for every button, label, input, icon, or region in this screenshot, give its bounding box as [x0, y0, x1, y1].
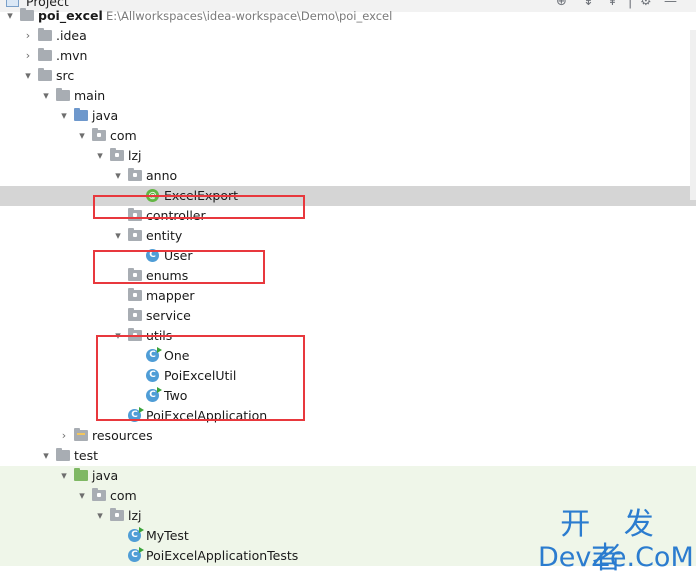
tree-item-label: com	[110, 488, 137, 503]
tree-row-java[interactable]: ▾ java	[0, 466, 696, 486]
tree-item-label: anno	[146, 168, 178, 183]
runnable-class-icon: C	[128, 547, 144, 562]
expanded-arrow-icon[interactable]: ▾	[40, 446, 52, 466]
package-icon	[128, 308, 142, 321]
tree-item-label: test	[74, 448, 99, 463]
watermark: 开 发 者 DevZe.CoM	[538, 508, 694, 576]
tree-item-label: java	[92, 108, 119, 123]
collapsed-arrow-icon[interactable]: ›	[22, 46, 34, 66]
collapsed-arrow-icon[interactable]: ›	[22, 26, 34, 46]
tree-item-label: resources	[92, 428, 153, 443]
tree-row-src[interactable]: ▾ src	[0, 66, 696, 86]
expanded-arrow-icon[interactable]: ▾	[76, 486, 88, 506]
tree-item-label: MyTest	[146, 528, 189, 543]
highlight-box-annotation	[93, 195, 305, 219]
package-icon	[110, 148, 124, 161]
folder-icon	[38, 68, 52, 81]
package-icon	[128, 288, 142, 301]
highlight-box-utils	[96, 335, 305, 421]
module-path: E:\Allworkspaces\idea-workspace\Demo\poi…	[106, 9, 393, 23]
tree-item-label: src	[56, 68, 75, 83]
source-folder-icon	[74, 108, 88, 121]
package-icon	[128, 168, 142, 181]
tree-item-label: main	[74, 88, 106, 103]
runnable-class-icon: C	[128, 527, 144, 542]
no-arrow	[112, 306, 124, 326]
tree-row-entity[interactable]: ▾ entity	[0, 226, 696, 246]
tree-row-lzj[interactable]: ▾ lzj	[0, 146, 696, 166]
expanded-arrow-icon[interactable]: ▾	[112, 226, 124, 246]
tree-row-main[interactable]: ▾ main	[0, 86, 696, 106]
package-icon	[128, 228, 142, 241]
tree-item-label: .mvn	[56, 48, 88, 63]
tree-row-com[interactable]: ▾ com	[0, 486, 696, 506]
tree-item-label: entity	[146, 228, 183, 243]
no-arrow	[112, 546, 124, 566]
tree-row--idea[interactable]: › .idea	[0, 26, 696, 46]
tree-item-label: lzj	[128, 508, 142, 523]
expanded-arrow-icon[interactable]: ▾	[112, 166, 124, 186]
resources-folder-icon	[74, 428, 88, 441]
tree-item-label: .idea	[56, 28, 87, 43]
tree-item-label: mapper	[146, 288, 195, 303]
scrollbar[interactable]	[690, 30, 696, 200]
collapsed-arrow-icon[interactable]: ›	[58, 426, 70, 446]
folder-icon	[38, 28, 52, 41]
expanded-arrow-icon[interactable]: ▾	[4, 6, 16, 26]
expanded-arrow-icon[interactable]: ▾	[94, 146, 106, 166]
expanded-arrow-icon[interactable]: ▾	[94, 506, 106, 526]
tree-item-label: lzj	[128, 148, 142, 163]
no-arrow	[112, 526, 124, 546]
package-icon	[92, 488, 106, 501]
package-icon	[92, 128, 106, 141]
tree-item-label: service	[146, 308, 191, 323]
tree-row-test[interactable]: ▾ test	[0, 446, 696, 466]
folder-icon	[56, 88, 70, 101]
test-folder-icon	[74, 468, 88, 481]
highlight-box-entity	[93, 250, 265, 284]
folder-icon	[56, 448, 70, 461]
tree-row-service[interactable]: service	[0, 306, 696, 326]
tree-row-java[interactable]: ▾ java	[0, 106, 696, 126]
tree-row--mvn[interactable]: › .mvn	[0, 46, 696, 66]
tree-row-resources[interactable]: › resources	[0, 426, 696, 446]
tree-row-anno[interactable]: ▾ anno	[0, 166, 696, 186]
tree-row-mapper[interactable]: mapper	[0, 286, 696, 306]
watermark-en: DevZe.CoM	[538, 542, 694, 573]
expanded-arrow-icon[interactable]: ▾	[58, 106, 70, 126]
tree-row-com[interactable]: ▾ com	[0, 126, 696, 146]
expanded-arrow-icon[interactable]: ▾	[40, 86, 52, 106]
tree-row-poi-excel[interactable]: ▾ poi_excel E:\Allworkspaces\idea-workspac…	[0, 6, 696, 26]
expanded-arrow-icon[interactable]: ▾	[58, 466, 70, 486]
expanded-arrow-icon[interactable]: ▾	[22, 66, 34, 86]
no-arrow	[112, 286, 124, 306]
folder-icon	[38, 48, 52, 61]
module-folder-icon	[20, 8, 34, 21]
tree-item-label: java	[92, 468, 119, 483]
tree-item-label: PoiExcelApplicationTests	[146, 548, 299, 563]
tree-item-label: poi_excel	[38, 8, 103, 23]
package-icon	[110, 508, 124, 521]
expanded-arrow-icon[interactable]: ▾	[76, 126, 88, 146]
tree-item-label: com	[110, 128, 137, 143]
